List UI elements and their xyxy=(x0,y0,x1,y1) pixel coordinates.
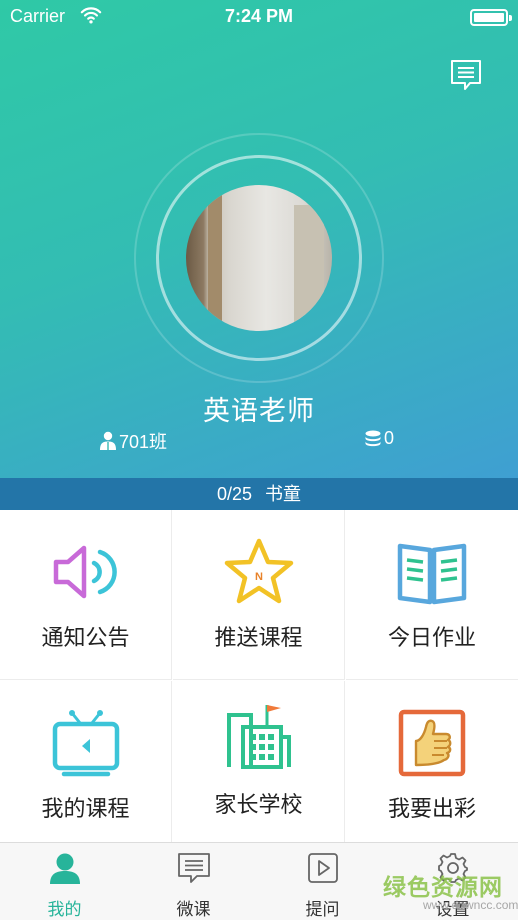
avatar-photo-wall xyxy=(208,185,222,331)
grid-item-parent-school[interactable]: 家长学校 xyxy=(173,681,345,842)
message-list-icon[interactable] xyxy=(449,58,483,92)
status-bar: Carrier 7:24 PM xyxy=(0,0,518,34)
grid-item-notices[interactable]: 通知公告 xyxy=(0,510,172,680)
tab-micro-course[interactable]: 微课 xyxy=(129,843,258,920)
tab-label: 微课 xyxy=(176,900,211,919)
open-book-icon xyxy=(397,543,467,605)
tv-icon xyxy=(52,710,119,777)
play-icon xyxy=(307,853,338,883)
watermark-text: 绿色资源网 xyxy=(383,874,503,900)
coin-info: 0 xyxy=(364,428,394,449)
user-name: 英语老师 xyxy=(203,396,315,426)
level-title: 书童 xyxy=(265,484,302,504)
user-icon xyxy=(100,431,116,450)
grid-item-label: 通知公告 xyxy=(41,625,130,650)
star-icon: N xyxy=(224,538,293,604)
grid-item-homework[interactable]: 今日作业 xyxy=(346,510,518,680)
grid-item-label: 我要出彩 xyxy=(387,796,476,821)
message-icon xyxy=(177,853,210,883)
tab-mine[interactable]: 我的 xyxy=(0,843,129,920)
class-info: 701班 xyxy=(99,428,167,454)
coin-count: 0 xyxy=(384,428,395,448)
profile-header: Carrier 7:24 PM 英语老师 701班 0 xyxy=(0,0,518,478)
speaker-icon xyxy=(53,545,117,599)
watermark-url: www.downcc.com xyxy=(423,898,518,912)
feature-grid: 通知公告 N 推送课程 今日作业 我的课程 家长学校 我要出彩 xyxy=(0,510,518,842)
svg-text:N: N xyxy=(255,571,263,583)
grid-item-label: 家长学校 xyxy=(214,792,303,817)
avatar[interactable] xyxy=(186,185,332,331)
clock: 7:24 PM xyxy=(224,6,294,26)
watermark: 绿色资源网 www.downcc.com xyxy=(383,868,518,916)
school-building-icon xyxy=(226,705,291,769)
thumbs-up-icon xyxy=(398,709,466,777)
grid-item-show-off[interactable]: 我要出彩 xyxy=(346,681,518,842)
grid-item-my-courses[interactable]: 我的课程 xyxy=(0,681,172,842)
grid-item-label: 今日作业 xyxy=(387,625,476,650)
tab-label: 提问 xyxy=(305,900,340,919)
grid-item-pushed-courses[interactable]: N 推送课程 xyxy=(173,510,345,680)
battery-icon xyxy=(470,9,512,26)
class-label: 701班 xyxy=(119,432,168,452)
person-icon xyxy=(49,853,80,884)
grid-item-label: 我的课程 xyxy=(41,796,130,821)
level-progress-bar: 0/25 书童 xyxy=(0,478,518,510)
level-progress-value: 0/25 xyxy=(216,484,253,504)
avatar-photo-door xyxy=(294,205,324,331)
grid-item-label: 推送课程 xyxy=(214,625,303,650)
coin-stack-icon xyxy=(365,430,381,446)
tab-label: 我的 xyxy=(47,900,82,919)
tab-ask[interactable]: 提问 xyxy=(258,843,387,920)
